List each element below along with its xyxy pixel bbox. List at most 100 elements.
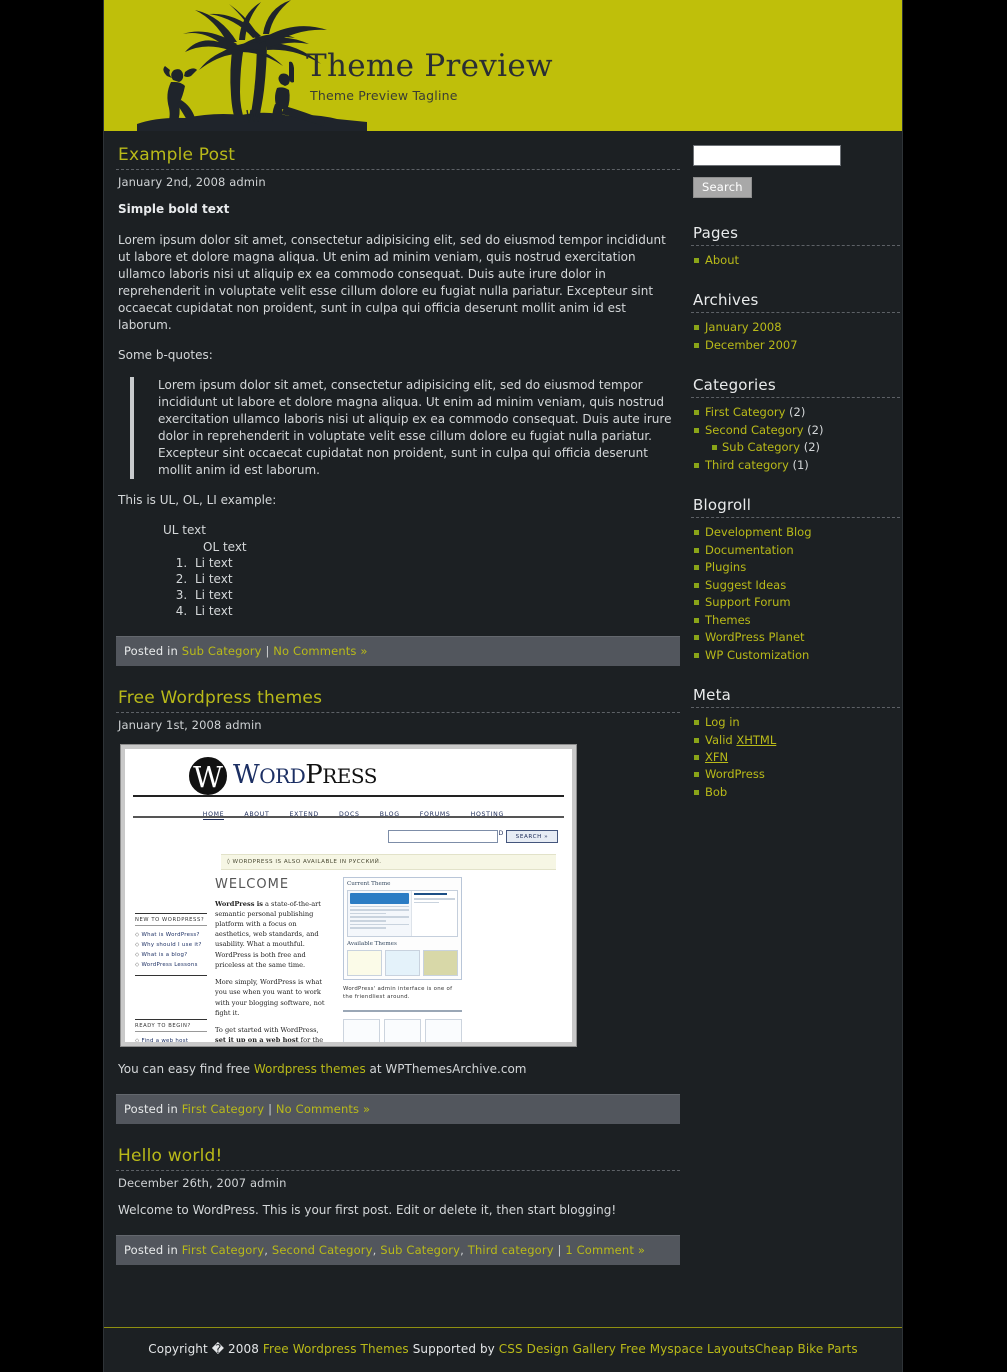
list-item: Plugins — [691, 559, 900, 576]
ol-label: OL text — [203, 539, 247, 554]
category-link[interactable]: Second Category — [272, 1243, 373, 1257]
valid-xhtml-link[interactable]: Valid XHTML — [705, 733, 776, 747]
ol-item: Li text — [191, 603, 678, 619]
post-title[interactable]: Hello world! — [116, 1146, 680, 1171]
post-title[interactable]: Free Wordpress themes — [116, 688, 680, 713]
content-column: Example Post January 2nd, 2008 admin Sim… — [104, 131, 680, 1267]
comments-link[interactable]: 1 Comment » — [565, 1243, 645, 1257]
wp-wordmark: WORDPRESS — [233, 759, 377, 790]
category-link[interactable]: Sub Category — [182, 644, 262, 658]
widget-list: Development Blog Documentation Plugins S… — [691, 524, 900, 664]
wp-logo-row: W WORDPRESS — [133, 755, 564, 797]
ol-item: Li text — [191, 571, 678, 587]
login-link[interactable]: Log in — [705, 715, 740, 729]
list-item: Documentation — [691, 542, 900, 559]
site-tagline: Theme Preview Tagline — [310, 87, 458, 103]
list-item: Third category (1) — [691, 457, 900, 474]
supported-by-label: Supported by — [412, 1341, 495, 1356]
wp-theme-thumb — [385, 949, 420, 976]
wp-nav-item: DOCS — [338, 810, 360, 818]
site-title[interactable]: Theme Preview — [306, 50, 866, 83]
post-bold-lead: Simple bold text — [118, 202, 230, 216]
post-title[interactable]: Example Post — [116, 145, 680, 170]
archive-link[interactable]: January 2008 — [705, 320, 782, 334]
list-item: Log in — [691, 714, 900, 731]
widget-title: Meta — [691, 686, 900, 709]
blogroll-link[interactable]: Plugins — [705, 560, 746, 574]
ul-item: UL text — [163, 523, 206, 538]
widget-archives: Archives January 2008 December 2007 — [691, 291, 900, 354]
post-metadata: Posted in Sub Category | No Comments » — [116, 635, 680, 666]
wordpress-themes-link[interactable]: Wordpress themes — [254, 1062, 366, 1076]
category-link[interactable]: Sub Category — [380, 1243, 460, 1257]
footer-link-myspace[interactable]: Free Myspace Layouts — [620, 1342, 755, 1356]
blogroll-link[interactable]: Development Blog — [705, 525, 812, 539]
ol-item: Li text — [191, 587, 678, 603]
xfn-link[interactable]: XFN — [705, 750, 728, 764]
quote-intro: Some b-quotes: — [118, 348, 213, 363]
search-button[interactable] — [693, 177, 752, 198]
comments-link[interactable]: No Comments » — [276, 1102, 370, 1116]
wp-nav-item: BLOG — [379, 810, 400, 818]
post-free-wordpress-themes: Free Wordpress themes January 1st, 2008 … — [116, 688, 680, 1124]
blogroll-link[interactable]: Themes — [705, 613, 751, 627]
category-link[interactable]: Third category — [705, 458, 789, 472]
widget-list: Log in Valid XHTML XFN WordPress Bob — [691, 714, 900, 801]
wp-search-field — [387, 829, 498, 843]
page-container: Theme Preview Theme Preview Tagline Exam… — [103, 0, 903, 1372]
wp-mini-line — [350, 909, 410, 911]
category-link[interactable]: First Category — [182, 1243, 265, 1257]
sidebar-link-about[interactable]: About — [705, 253, 739, 267]
post-metadata: Posted in First Category, Second Categor… — [116, 1234, 680, 1265]
archive-link[interactable]: December 2007 — [705, 338, 798, 352]
wp-middle-column: WELCOME WordPress is a state-of-the-art … — [207, 877, 337, 1042]
wp-nav-item: HOSTING — [470, 810, 504, 818]
widget-meta: Meta Log in Valid XHTML XFN WordPress Bo… — [691, 686, 900, 801]
wp-mini-theme-name — [414, 892, 447, 895]
wp-available-themes-title: Available Themes — [347, 940, 397, 947]
meta-separator: | — [268, 1101, 273, 1116]
wp-theme-thumb — [347, 949, 382, 976]
wp-paragraph-1: WordPress is a state-of-the-art semantic… — [215, 899, 321, 969]
blogroll-link[interactable]: Suggest Ideas — [705, 578, 786, 592]
blogroll-link[interactable]: WordPress Planet — [705, 630, 805, 644]
category-link[interactable]: First Category — [182, 1102, 265, 1116]
wp-left-list-2: Find a web host Download and Install Doc… — [135, 1036, 207, 1042]
list-item: Themes — [691, 612, 900, 629]
comments-link[interactable]: No Comments » — [273, 644, 367, 658]
footer-link-bike-parts[interactable]: Cheap Bike Parts — [755, 1342, 858, 1356]
blogroll-link[interactable]: Documentation — [705, 543, 794, 557]
wp-mini-line — [350, 916, 410, 918]
blogroll-link[interactable]: WP Customization — [705, 648, 809, 662]
post-date: December 26th, 2007 admin — [118, 1175, 287, 1190]
wp-language-notice: ◊ WORDPRESS IS ALSO AVAILABLE IN РУССКИЙ… — [221, 853, 556, 870]
demo-ordered-list: Li text Li text Li text Li text — [163, 555, 678, 620]
wp-thumb — [384, 1018, 421, 1042]
subcategory-link[interactable]: Sub Category — [722, 440, 800, 454]
wp-screenshot-caption: WordPress' admin interface is one of the… — [343, 985, 453, 1001]
list-item: WordPress — [691, 766, 900, 783]
blockquote: Lorem ipsum dolor sit amet, consectetur … — [130, 377, 678, 480]
main-wrap: Example Post January 2nd, 2008 admin Sim… — [104, 131, 902, 1267]
wp-nav-item: FORUMS — [419, 810, 451, 818]
category-link[interactable]: Third category — [468, 1243, 554, 1257]
widget-list: About — [691, 252, 900, 269]
category-link[interactable]: First Category — [705, 405, 785, 419]
wp-panel-title: Current Theme — [347, 880, 391, 887]
bob-link[interactable]: Bob — [705, 785, 727, 799]
widget-title: Categories — [691, 376, 900, 399]
search-input[interactable] — [693, 145, 841, 166]
wordpress-logo-icon: W — [189, 756, 227, 795]
wp-left-column: NEW TO WORDPRESS? What is WordPress? Why… — [135, 877, 207, 1042]
footer-link-free-themes[interactable]: Free Wordpress Themes — [263, 1342, 409, 1356]
list-item: Sub Category (2) — [705, 439, 900, 456]
wordpress-screenshot-image[interactable]: W WORDPRESS HOME ABOUT EXTEND DOCS BLOG … — [120, 743, 577, 1047]
blogroll-link[interactable]: Support Forum — [705, 595, 791, 609]
site-header: Theme Preview Theme Preview Tagline — [104, 0, 902, 131]
site-footer: Copyright � 2008 Free Wordpress Themes S… — [104, 1326, 902, 1372]
footer-link-css-gallery[interactable]: CSS Design Gallery — [499, 1342, 616, 1356]
wp-left-heading-2: READY TO BEGIN? — [135, 1018, 207, 1032]
wordpress-link[interactable]: WordPress — [705, 767, 765, 781]
bottom-spacer — [104, 1267, 902, 1297]
category-link[interactable]: Second Category — [705, 423, 804, 437]
